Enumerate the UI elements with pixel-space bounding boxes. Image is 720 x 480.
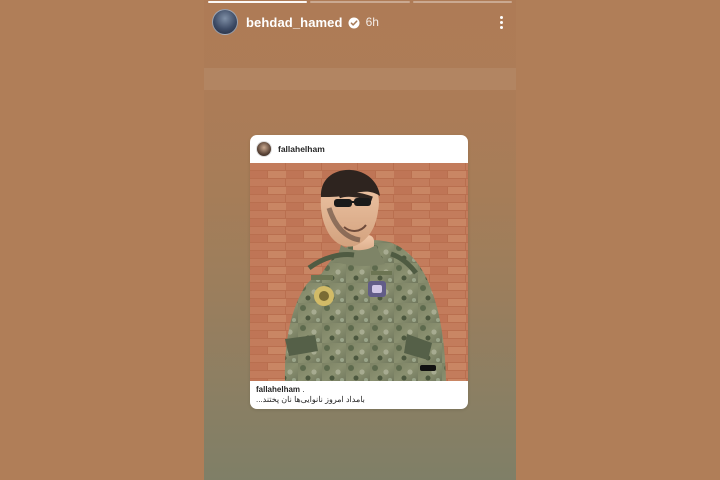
shared-post-username[interactable]: fallahelham <box>278 144 325 154</box>
caption-text: بامداد امروز نانوایی‌ها نان پختند... <box>256 395 365 404</box>
shared-post-avatar[interactable] <box>256 141 272 157</box>
progress-segment-1 <box>208 1 308 3</box>
more-vertical-icon[interactable] <box>492 10 510 34</box>
photo-illustration <box>250 163 468 381</box>
shared-post-caption: fallahelham . بامداد امروز نانوایی‌ها نا… <box>256 385 462 405</box>
story-band <box>204 68 516 90</box>
more-dot-3 <box>499 25 503 29</box>
story-timestamp: 6h <box>365 15 379 29</box>
caption-user-suffix: . <box>300 385 305 394</box>
story-header: behdad_hamed 6h <box>212 8 510 36</box>
avatar[interactable] <box>212 9 238 35</box>
story-username[interactable]: behdad_hamed <box>246 15 343 30</box>
shared-post-image[interactable] <box>250 163 468 381</box>
shared-post-card[interactable]: fallahelham fallahelham . بامداد امروز ن… <box>250 135 468 409</box>
story-progress-bar <box>208 1 512 3</box>
progress-segment-2 <box>310 1 410 3</box>
more-dot-1 <box>499 15 503 19</box>
verified-badge-icon <box>348 16 360 29</box>
page: behdad_hamed 6h fallahelham fallahelham … <box>0 0 720 480</box>
more-dot-2 <box>499 20 503 24</box>
progress-segment-3 <box>412 1 512 3</box>
caption-username[interactable]: fallahelham <box>256 385 300 394</box>
caption-user-line: fallahelham . <box>256 385 462 395</box>
shared-post-header: fallahelham <box>250 135 468 163</box>
